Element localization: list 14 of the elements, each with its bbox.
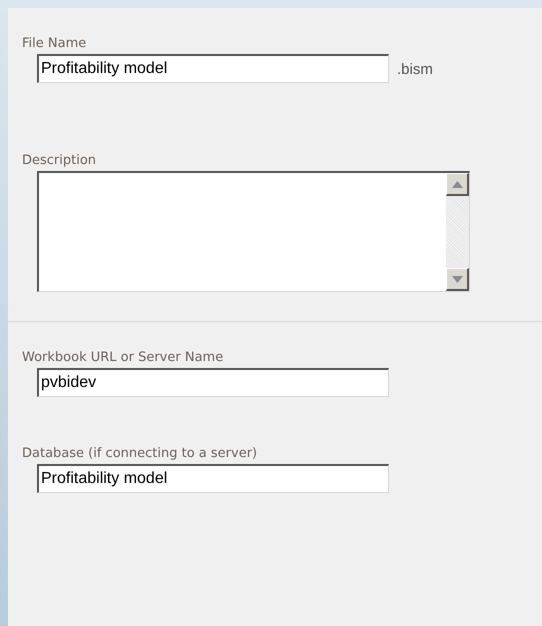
down-arrow-icon — [452, 276, 462, 282]
field-label: Workbook URL or Server Name — [22, 350, 224, 366]
input-field[interactable]: Profitability model — [37, 54, 389, 83]
input-field[interactable]: pvbidev — [37, 368, 389, 397]
scroll-up-button[interactable] — [446, 173, 469, 196]
description-field[interactable] — [37, 171, 470, 292]
field-label: Description — [22, 153, 96, 169]
field-label: Database (if connecting to a server) — [22, 446, 258, 462]
input-field[interactable]: Profitability model — [37, 464, 389, 493]
field-label: File Name — [22, 36, 86, 52]
scroll-down-button[interactable] — [446, 268, 469, 291]
scrollbar[interactable] — [446, 173, 469, 291]
up-arrow-icon — [452, 180, 462, 188]
file-extension: .bism — [397, 60, 433, 80]
